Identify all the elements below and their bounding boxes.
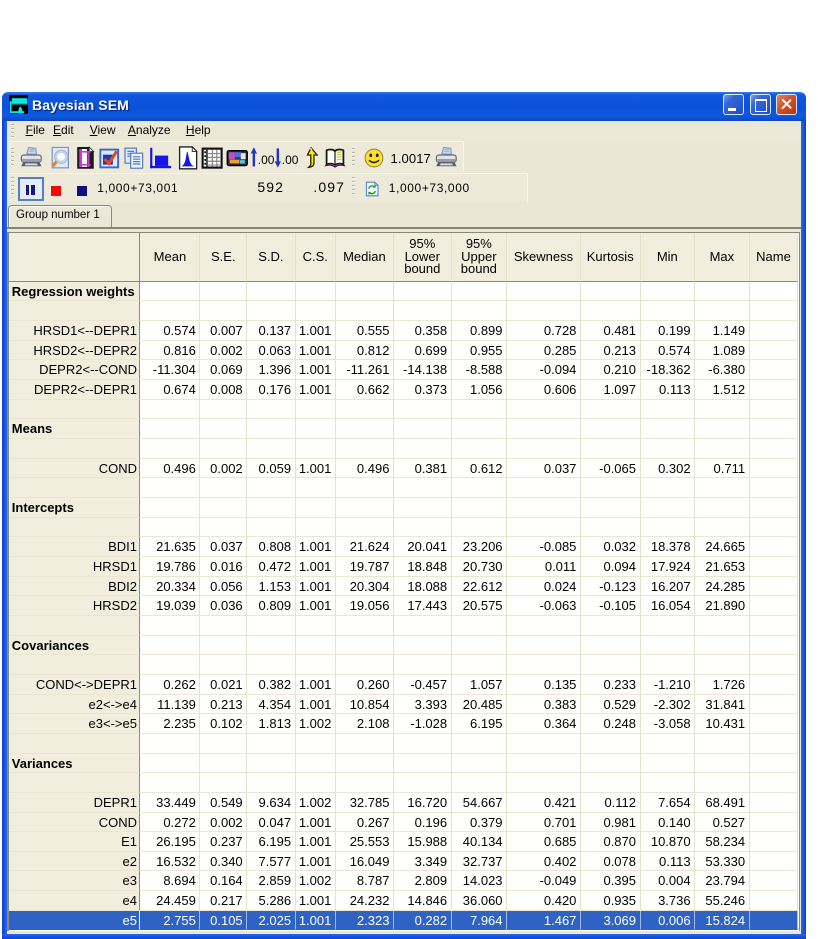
svg-text:.00: .00 [257, 152, 273, 166]
svg-text:.00: .00 [282, 152, 298, 166]
